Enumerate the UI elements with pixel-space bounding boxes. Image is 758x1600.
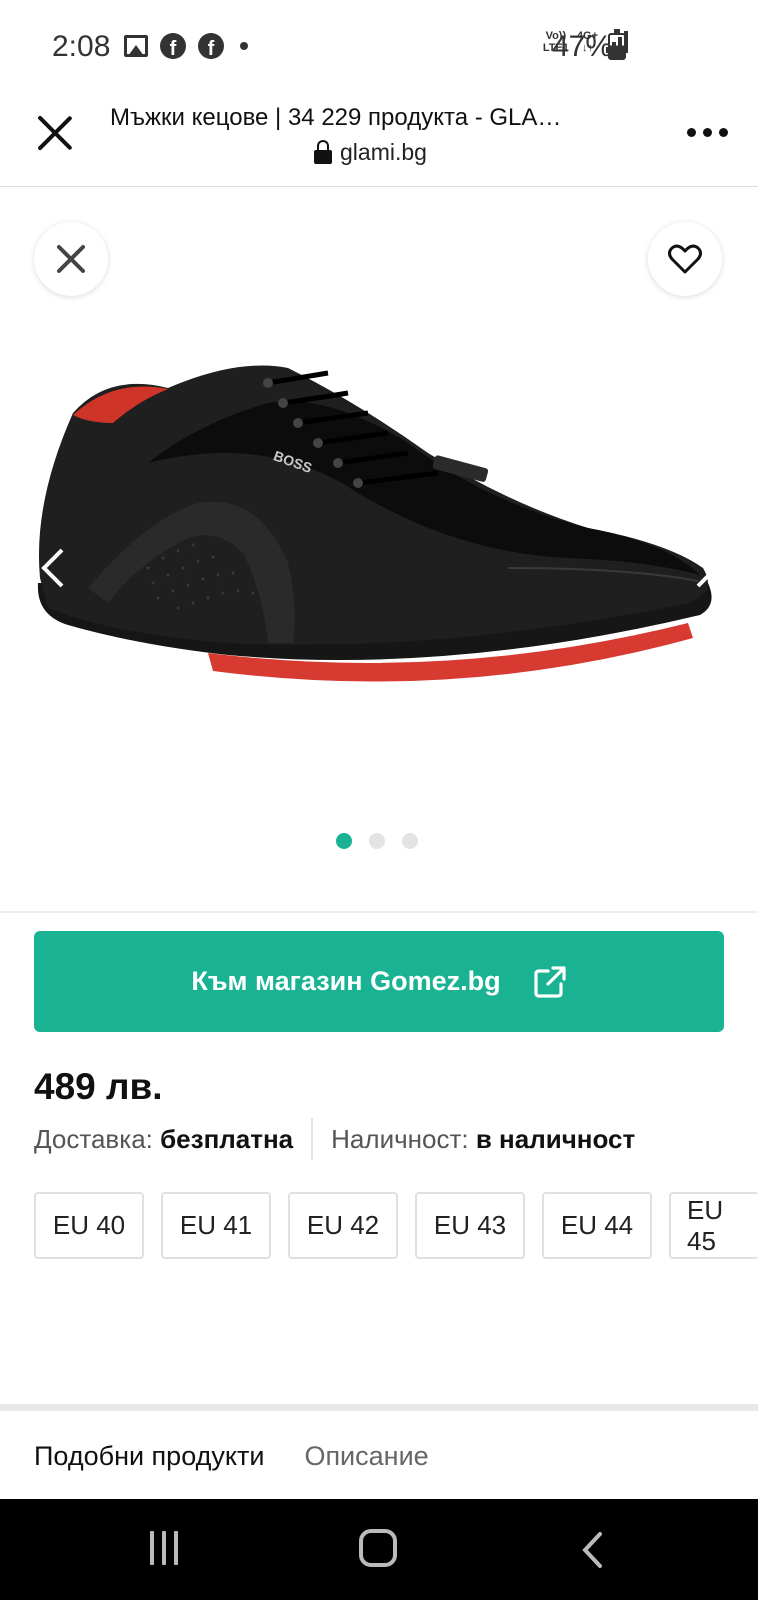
size-option[interactable]: EU 45 — [669, 1192, 758, 1259]
facebook-icon: f — [198, 33, 224, 59]
chevron-left-icon[interactable] — [38, 548, 68, 588]
delivery-value: безплатна — [160, 1123, 294, 1154]
delivery-label: Доставка: — [34, 1123, 153, 1154]
favorite-button[interactable] — [648, 222, 722, 296]
status-time: 2:08 — [52, 30, 111, 63]
home-icon[interactable] — [359, 1529, 397, 1567]
facebook-icon: f — [160, 33, 186, 59]
close-icon[interactable] — [34, 112, 76, 154]
section-divider — [0, 1404, 758, 1411]
carousel-indicator[interactable] — [336, 833, 418, 849]
status-bar: 2:08 f f Vo)) LTE1 4G+ ↓↑ 47% — [0, 0, 758, 92]
page-title: Мъжки кецове | 34 229 продукта - GLA… — [110, 104, 562, 131]
tab-description[interactable]: Описание — [304, 1441, 428, 1472]
product-tabs: Подобни продукти Описание — [34, 1441, 429, 1472]
back-icon[interactable] — [580, 1531, 604, 1569]
size-option[interactable]: EU 42 — [288, 1192, 398, 1259]
divider — [311, 1118, 314, 1160]
more-options-icon[interactable] — [687, 128, 728, 137]
product-meta: Доставка: безплатна Наличност: в налично… — [34, 1118, 635, 1160]
url-text: glami.bg — [340, 139, 427, 165]
gallery-icon — [124, 35, 148, 57]
close-gallery-button[interactable] — [34, 222, 108, 296]
carousel-dot[interactable] — [336, 833, 352, 849]
product-image: BOSS — [37, 365, 712, 682]
dot-icon — [240, 42, 248, 50]
battery-percent: 47% — [551, 30, 612, 63]
availability-label: Наличност: — [331, 1123, 469, 1154]
carousel-dot[interactable] — [369, 833, 385, 849]
size-option[interactable]: EU 43 — [415, 1192, 525, 1259]
product-gallery[interactable]: BOSS — [0, 188, 758, 913]
system-navigation-bar — [0, 1499, 758, 1600]
go-to-shop-button[interactable]: Към магазин Gomez.bg — [34, 931, 724, 1032]
battery-icon — [608, 29, 626, 60]
recent-apps-icon[interactable] — [150, 1531, 178, 1565]
lock-icon — [314, 139, 332, 164]
size-option[interactable]: EU 44 — [542, 1192, 652, 1259]
size-selector: EU 40 EU 41 EU 42 EU 43 EU 44 EU 45 — [34, 1192, 758, 1259]
external-link-icon — [533, 965, 566, 998]
shop-button-label: Към магазин Gomez.bg — [191, 966, 501, 996]
size-option[interactable]: EU 40 — [34, 1192, 144, 1259]
product-price: 489 лв. — [34, 1066, 163, 1107]
heart-icon — [668, 244, 702, 274]
carousel-dot[interactable] — [402, 833, 418, 849]
chevron-right-icon[interactable] — [692, 548, 722, 588]
size-option[interactable]: EU 41 — [161, 1192, 271, 1259]
browser-toolbar: Мъжки кецове | 34 229 продукта - GLA… gl… — [0, 92, 758, 187]
tab-similar-products[interactable]: Подобни продукти — [34, 1441, 264, 1472]
availability-value: в наличност — [475, 1123, 636, 1154]
